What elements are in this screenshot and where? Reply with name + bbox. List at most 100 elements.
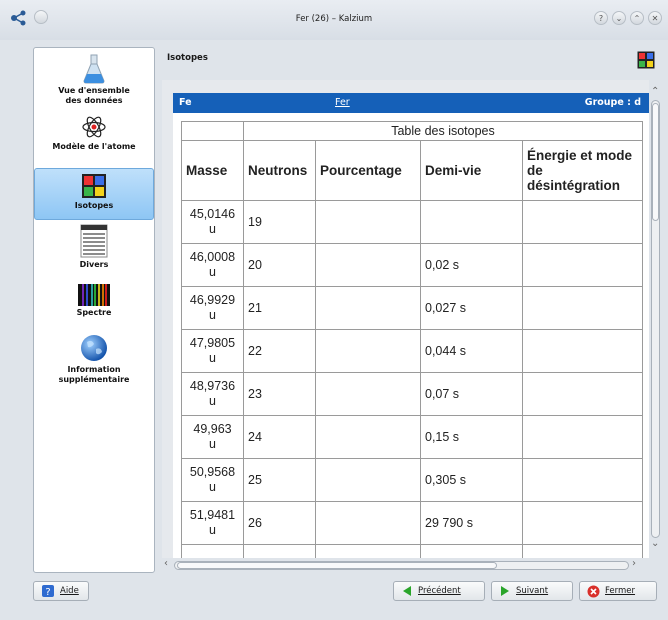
help-icon: ?	[42, 585, 54, 598]
sidebar-item-atom-model[interactable]: Modèle de l'atome	[34, 114, 154, 168]
vertical-scroll-thumb[interactable]	[652, 103, 659, 221]
page-title: Isotopes	[167, 53, 208, 63]
sidebar-item-isotopes[interactable]: Isotopes	[34, 168, 154, 220]
decay-cell	[522, 458, 643, 502]
neutrons-cell: 20	[243, 243, 316, 287]
vertical-scrollbar[interactable]: ⌃ ⌄	[649, 86, 663, 554]
percent-cell	[315, 329, 421, 373]
sidebar-item-label: Modèle de l'atome	[52, 142, 136, 151]
percent-cell	[315, 200, 421, 244]
percent-cell	[315, 372, 421, 416]
decay-cell	[522, 372, 643, 416]
mass-cell: 46,0008 u	[181, 243, 244, 287]
table-row: 46,0008 u 20 0,02 s	[181, 243, 643, 287]
table-row: 48,9736 u 23 0,07 s	[181, 372, 643, 416]
atom-icon	[82, 116, 106, 138]
isotopes-icon	[82, 174, 106, 198]
decay-cell	[522, 286, 643, 330]
table-caption: Table des isotopes	[243, 121, 643, 141]
sidebar-item-misc[interactable]: Divers	[34, 224, 154, 276]
arrow-left-icon	[403, 586, 411, 596]
misc-icon	[80, 224, 108, 258]
element-group: Groupe : d	[584, 97, 641, 108]
isotope-table: Table des isotopes Masse Neutrons Pource…	[181, 121, 643, 558]
flask-icon	[83, 54, 105, 84]
sidebar-item-overview[interactable]: Vue d'ensemble des données	[34, 54, 154, 112]
table-row: 45,0146 u 19	[181, 200, 643, 244]
mass-cell: 47,9805 u	[181, 329, 244, 373]
halflife-cell: 29 790 s	[420, 501, 523, 545]
scroll-up-icon[interactable]: ⌃	[651, 86, 659, 97]
neutrons-cell: 26	[243, 501, 316, 545]
decay-cell	[522, 415, 643, 459]
halflife-cell: 0,044 s	[420, 329, 523, 373]
element-header-bar: Fe Fer Groupe : d	[173, 93, 649, 113]
previous-label: Précédent	[418, 586, 461, 596]
sidebar-item-additional-info[interactable]: Information supplémentaire	[34, 333, 154, 389]
previous-button[interactable]: Précédent	[393, 581, 485, 601]
column-header: Pourcentage	[315, 140, 421, 201]
window-title: Fer (26) – Kalzium	[295, 14, 373, 24]
help-button[interactable]: ? Aide	[33, 581, 89, 601]
sidebar-item-label: Spectre	[76, 308, 112, 317]
table-row: 47,9805 u 22 0,044 s	[181, 329, 643, 373]
table-row: 51,9481 u 26 29 790 s	[181, 501, 643, 545]
decay-cell	[522, 501, 643, 545]
table-row: 50,9568 u 25 0,305 s	[181, 458, 643, 502]
halflife-cell: 0,305 s	[420, 458, 523, 502]
isotopes-header-icon	[637, 51, 655, 69]
close-button[interactable]: Fermer	[579, 581, 657, 601]
sidebar-item-label: Divers	[79, 260, 109, 269]
percent-cell	[315, 501, 421, 545]
arrow-right-icon	[501, 586, 509, 596]
percent-cell	[315, 243, 421, 287]
svg-text:?: ?	[45, 587, 50, 598]
neutrons-cell: 25	[243, 458, 316, 502]
mass-cell: 49,963 u	[181, 415, 244, 459]
column-header: Masse	[181, 140, 244, 201]
column-header: Demi-vie	[420, 140, 523, 201]
percent-cell	[315, 415, 421, 459]
scroll-down-icon[interactable]: ⌄	[651, 538, 659, 549]
decay-cell	[522, 329, 643, 373]
title-bar: Fer (26) – Kalzium ? ⌄ ⌃ ✕	[0, 0, 668, 40]
mass-cell: 46,9929 u	[181, 286, 244, 330]
help-question-icon[interactable]: ?	[594, 11, 608, 25]
maximize-icon[interactable]: ⌃	[630, 11, 644, 25]
neutrons-cell: 19	[243, 200, 316, 244]
halflife-cell: 0,07 s	[420, 372, 523, 416]
column-header: Neutrons	[243, 140, 316, 201]
sidebar-item-spectrum[interactable]: Spectre	[34, 284, 154, 332]
close-icon[interactable]: ✕	[648, 11, 662, 25]
neutrons-cell: 23	[243, 372, 316, 416]
table-row: 49,963 u 24 0,15 s	[181, 415, 643, 459]
decay-cell	[522, 200, 643, 244]
neutrons-cell: 24	[243, 415, 316, 459]
decay-cell	[522, 243, 643, 287]
percent-cell	[315, 286, 421, 330]
help-label: Aide	[60, 586, 79, 596]
sidebar-item-label: Isotopes	[74, 201, 114, 210]
neutrons-cell: 22	[243, 329, 316, 373]
horizontal-scroll-thumb[interactable]	[177, 562, 497, 569]
minimize-icon[interactable]: ⌄	[612, 11, 626, 25]
column-header: Énergie et mode de désintégration	[522, 140, 643, 201]
halflife-cell	[420, 200, 523, 244]
close-x-icon	[587, 585, 600, 597]
halflife-cell: 0,15 s	[420, 415, 523, 459]
sidebar-item-label: Information supplémentaire	[58, 365, 130, 384]
sidebar-item-label: Vue d'ensemble des données	[58, 86, 130, 105]
next-button[interactable]: Suivant	[491, 581, 573, 601]
halflife-cell: 0,02 s	[420, 243, 523, 287]
neutrons-cell: 21	[243, 286, 316, 330]
isotope-document: Table des isotopes Masse Neutrons Pource…	[173, 113, 649, 558]
scroll-left-icon[interactable]: ‹	[164, 558, 168, 569]
horizontal-scrollbar[interactable]: ‹ ›	[162, 558, 649, 572]
halflife-cell: 0,027 s	[420, 286, 523, 330]
element-name-link[interactable]: Fer	[335, 97, 350, 108]
globe-icon	[81, 335, 107, 361]
mass-cell: 51,9481 u	[181, 501, 244, 545]
scroll-right-icon[interactable]: ›	[632, 558, 636, 569]
mass-cell: 50,9568 u	[181, 458, 244, 502]
spectrum-icon	[78, 284, 110, 306]
